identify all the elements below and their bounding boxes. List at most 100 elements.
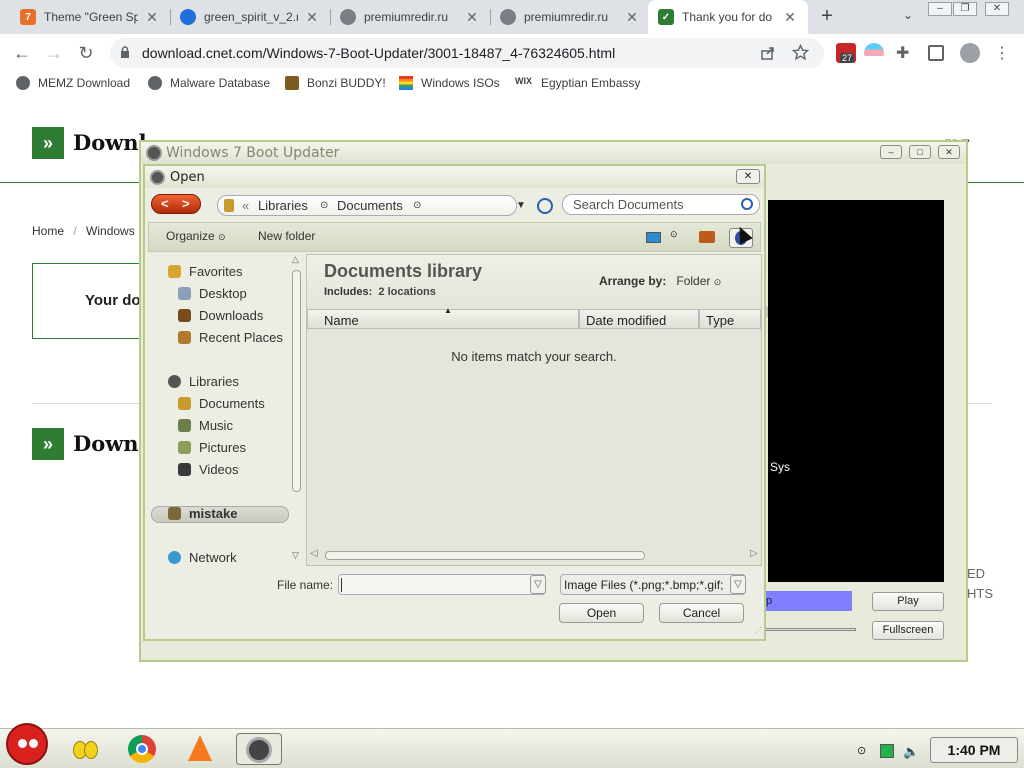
file-name-input[interactable] [338, 574, 546, 595]
download-logo-icon[interactable]: » [32, 127, 64, 159]
browser-tab[interactable]: premiumredir.ru ✕ [330, 0, 490, 34]
network-tray-icon[interactable] [880, 744, 894, 758]
dialog-titlebar[interactable]: Open ✕ [145, 166, 764, 188]
play-button[interactable]: Play [872, 592, 944, 611]
taskbar-app-chrome[interactable] [124, 733, 160, 765]
speed-slider[interactable] [764, 628, 856, 631]
chevron-icon[interactable]: ⊙ [714, 277, 722, 287]
minimize-icon[interactable]: – [880, 145, 902, 159]
chevron-icon[interactable]: ⊙ [320, 200, 328, 211]
nav-libraries[interactable]: Libraries [168, 374, 239, 389]
dialog-address-bar[interactable]: « Libraries ⊙ Documents ⊙ ▼ [217, 195, 526, 216]
profile-flag-icon[interactable] [864, 43, 884, 63]
share-icon[interactable] [760, 45, 776, 61]
close-window-icon[interactable]: ✕ [985, 2, 1009, 16]
address-bar[interactable]: download.cnet.com/Windows-7-Boot-Updater… [110, 38, 824, 68]
nav-music[interactable]: Music [178, 418, 233, 433]
browser-tab[interactable]: 7 Theme "Green Sp ✕ [10, 0, 170, 34]
scrollbar-thumb[interactable] [292, 270, 301, 492]
scrollbar-thumb[interactable] [325, 551, 645, 560]
puzzle-icon[interactable]: ✚ [896, 43, 916, 63]
scroll-right-icon[interactable]: ▷ [750, 548, 758, 559]
site-logo-text[interactable]: Downl [73, 130, 147, 155]
breadcrumb-libraries[interactable]: Libraries [258, 198, 308, 213]
clock[interactable]: 1:40 PM [930, 737, 1018, 763]
volume-icon[interactable]: 🔈 [903, 744, 919, 759]
forward-arrow-icon[interactable]: > [182, 196, 190, 211]
preview-pane-icon[interactable] [699, 231, 715, 243]
restore-icon[interactable]: ❐ [953, 2, 977, 16]
organize-button[interactable]: Organize ⊙ [166, 229, 226, 243]
includes-value[interactable]: 2 locations [378, 286, 435, 298]
breadcrumb-documents[interactable]: Documents [337, 198, 403, 213]
view-icon[interactable] [646, 232, 661, 243]
file-type-dropdown-icon[interactable]: ▽ [730, 575, 746, 594]
view-options-icon[interactable]: ⊙ [670, 229, 678, 240]
browser-tab[interactable]: premiumredir.ru ✕ [490, 0, 650, 34]
cancel-button[interactable]: Cancel [659, 603, 744, 623]
nav-homegroup[interactable]: mistake [168, 506, 237, 521]
close-tab-icon[interactable]: ✕ [144, 9, 160, 26]
nav-network[interactable]: Network [168, 550, 237, 565]
nav-desktop[interactable]: Desktop [178, 286, 247, 301]
scroll-down-icon[interactable]: ▽ [292, 550, 299, 561]
taskbar-app-chicks[interactable] [68, 733, 104, 765]
maximize-icon[interactable]: □ [909, 145, 931, 159]
arrange-value[interactable]: Folder [676, 274, 710, 288]
nav-pictures[interactable]: Pictures [178, 440, 246, 455]
start-button[interactable] [6, 723, 48, 765]
history-dropdown-icon[interactable]: ▼ [516, 200, 526, 211]
close-tab-icon[interactable]: ✕ [624, 9, 640, 26]
column-type[interactable]: Type [699, 309, 761, 329]
scroll-up-icon[interactable]: △ [292, 254, 299, 265]
taskbar-app-boot-updater[interactable] [236, 733, 282, 765]
column-date-modified[interactable]: Date modified [579, 309, 699, 329]
back-arrow-icon[interactable]: ← [10, 42, 34, 64]
bookmark-item[interactable]: Windows ISOs [399, 76, 500, 90]
close-tab-icon[interactable]: ✕ [782, 9, 798, 26]
column-name[interactable]: Name ▲ [307, 306, 579, 329]
browser-tab[interactable]: green_spirit_v_2.r ✕ [170, 0, 330, 34]
search-documents-input[interactable]: Search Documents [562, 194, 760, 215]
close-tab-icon[interactable]: ✕ [464, 9, 480, 26]
bookmark-item[interactable]: Malware Database [148, 76, 270, 90]
tab-search-icon[interactable]: ⌄ [896, 9, 920, 23]
back-forward-buttons[interactable]: < > [151, 194, 201, 214]
scroll-left-icon[interactable]: ◁ [310, 548, 318, 559]
bookmark-item[interactable]: Bonzi BUDDY! [285, 76, 386, 90]
file-type-filter[interactable]: Image Files (*.png;*.bmp;*.gif; [560, 574, 746, 595]
close-icon[interactable]: ✕ [736, 169, 760, 184]
star-icon[interactable] [792, 44, 809, 61]
bookmark-item[interactable]: MEMZ Download [16, 76, 130, 90]
file-name-dropdown-icon[interactable]: ▽ [530, 575, 546, 594]
new-tab-button[interactable]: + [816, 5, 838, 27]
breadcrumb-home[interactable]: Home [32, 224, 64, 238]
fullscreen-button[interactable]: Fullscreen [872, 621, 944, 640]
nav-favorites[interactable]: Favorites [168, 264, 242, 279]
nav-recent-places[interactable]: Recent Places [178, 330, 283, 345]
browser-tab-active[interactable]: ✓ Thank you for do ✕ [648, 0, 808, 34]
kebab-menu-icon[interactable]: ⋮ [994, 43, 1014, 63]
side-panel-icon[interactable] [928, 45, 944, 61]
boot-updater-titlebar[interactable]: Windows 7 Boot Updater – □ ✕ [141, 142, 966, 164]
nav-videos[interactable]: Videos [178, 462, 239, 477]
resize-grip-icon[interactable]: ⋰ [754, 626, 762, 635]
refresh-icon[interactable] [537, 198, 553, 214]
close-tab-icon[interactable]: ✕ [304, 9, 320, 26]
open-button[interactable]: Open [559, 603, 644, 623]
chevron-icon[interactable]: ⊙ [413, 200, 421, 211]
nav-documents[interactable]: Documents [178, 396, 265, 411]
breadcrumb-windows[interactable]: Windows [86, 224, 135, 238]
breadcrumb-overflow[interactable]: « [242, 198, 249, 213]
bookmark-item[interactable]: WIX Egyptian Embassy [515, 76, 640, 90]
extension-icon[interactable]: 27 [836, 43, 856, 63]
nav-downloads[interactable]: Downloads [178, 308, 263, 323]
minimize-icon[interactable]: – [928, 2, 952, 16]
tray-expand-icon[interactable]: ⊙ [857, 744, 871, 758]
new-folder-button[interactable]: New folder [258, 229, 315, 243]
nav-pane-scrollbar[interactable]: △ ▽ [291, 254, 303, 566]
forward-arrow-icon[interactable]: → [42, 42, 66, 64]
file-list-scrollbar[interactable]: ◁ ▷ [307, 548, 761, 563]
back-arrow-icon[interactable]: < [161, 196, 169, 211]
taskbar-app-vlc[interactable] [182, 733, 218, 765]
